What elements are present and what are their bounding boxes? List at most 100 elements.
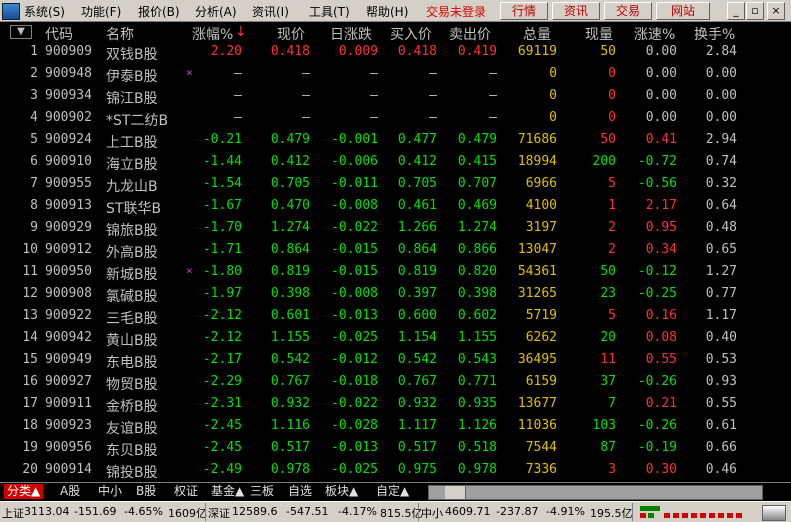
day-change: — [370,88,378,103]
table-row[interactable]: 12 900908 氯碱B股 -1.97 0.398 -0.008 0.397 0.398 31… [0,284,791,306]
table-row[interactable]: 11 900950 新城B股 × -1.80 0.819 -0.015 0.819 0.820 5… [0,262,791,284]
total-volume: 69119 [517,44,557,59]
table-row[interactable]: 6 900910 海立B股 -1.44 0.412 -0.006 0.412 0.415 189… [0,152,791,174]
sz-index-pct: -4.17% [338,505,377,518]
stock-name: 锦江B股 [106,91,158,107]
table-row[interactable]: 4 900902 *ST二纺B — — — — — 0 0 0.00 0.00 [0,108,791,130]
table-row[interactable]: 20 900914 锦投B股 -2.49 0.978 -0.025 0.975 0.978 73… [0,460,791,482]
minimize-icon[interactable]: _ [727,2,745,20]
current-price: 1.274 [270,220,310,235]
tab-watchlist[interactable]: 自选 [288,484,312,499]
table-row[interactable]: 5 900924 上工B股 -0.21 0.479 -0.001 0.477 0.479 716… [0,130,791,152]
tab-warrant[interactable]: 权证 [174,484,198,499]
total-volume: 13677 [517,396,557,411]
website-button[interactable]: 网站 [656,2,710,20]
table-row[interactable]: 9 900929 锦旅B股 -1.70 1.274 -0.022 1.266 1.274 319… [0,218,791,240]
change-speed: 0.41 [645,132,677,147]
stock-code: 900911 [45,396,92,411]
current-volume: 1 [608,198,616,213]
table-row[interactable]: 19 900956 东贝B股 -2.45 0.517 -0.013 0.517 0.518 75… [0,438,791,460]
table-row[interactable]: 1 900909 双钱B股 2.20 0.418 0.009 0.418 0.419 69119… [0,42,791,64]
change-speed: 0.55 [645,352,677,367]
login-status[interactable]: 交易未登录 [426,3,486,20]
tab-sme[interactable]: 中小 [98,484,122,499]
current-price: 0.978 [270,462,310,477]
tab-custom[interactable]: 自定▲ [376,484,409,499]
turnover-rate: 0.40 [705,330,737,345]
table-row[interactable]: 13 900922 三毛B股 -2.12 0.601 -0.013 0.600 0.602 57… [0,306,791,328]
table-row[interactable]: 14 900942 黄山B股 -2.12 1.155 -0.025 1.154 1.155 62… [0,328,791,350]
info-button[interactable]: 资讯 [552,2,600,20]
stock-code: 900922 [45,308,92,323]
table-row[interactable]: 2 900948 伊泰B股 × — — — — —0 0 0.00 0.00 [0,64,791,86]
menu-analysis[interactable]: 分析(A) [195,3,237,20]
sort-dropdown-icon[interactable]: ▼ [10,25,32,39]
current-price: — [302,66,310,81]
tab-category[interactable]: 分类▲ [4,484,44,499]
change-speed: -0.72 [637,154,677,169]
header-name[interactable]: 名称 [106,24,134,44]
sz-index-value[interactable]: 12589.6 [232,505,278,518]
change-pct: -1.54 [202,176,242,191]
change-speed: 0.08 [645,330,677,345]
market-breadth-icon [640,506,750,518]
sh-index-amount: 1609亿 [168,507,207,520]
header-current-volume[interactable]: 现量 [585,24,613,44]
header-volume[interactable]: 总量 [523,24,551,44]
menu-help[interactable]: 帮助(H) [366,3,408,20]
turnover-rate: 0.74 [705,154,737,169]
turnover-rate: 1.17 [705,308,737,323]
table-row[interactable]: 10 900912 外高B股 -1.71 0.864 -0.015 0.864 0.866 13… [0,240,791,262]
header-pct[interactable]: 涨幅% [192,24,233,44]
turnover-rate: 0.46 [705,462,737,477]
current-volume: 5 [608,176,616,191]
header-speed[interactable]: 涨速% [634,24,675,44]
menu-quote[interactable]: 报价(B) [138,3,180,20]
total-volume: 3197 [525,220,557,235]
change-pct: -2.49 [202,462,242,477]
bid-price: 1.266 [397,220,437,235]
turnover-rate: 0.48 [705,220,737,235]
menu-bar: 系统(S) 功能(F) 报价(B) 分析(A) 资讯(I) 工具(T) 帮助(H… [0,0,791,22]
stock-code: 900909 [45,44,92,59]
day-change: — [370,66,378,81]
table-row[interactable]: 7 900955 九龙山B -1.54 0.705 -0.011 0.705 0.707 696… [0,174,791,196]
table-row[interactable]: 8 900913 ST联华B -1.67 0.470 -0.008 0.461 0.469 41… [0,196,791,218]
menu-info[interactable]: 资讯(I) [252,3,289,20]
close-icon[interactable]: × [767,2,785,20]
header-ask[interactable]: 卖出价 [449,24,491,44]
header-price[interactable]: 现价 [277,24,305,44]
total-volume: 7544 [525,440,557,455]
header-bid[interactable]: 买入价 [390,24,432,44]
stock-name: 上工B股 [106,135,158,151]
row-index: 6 [30,154,38,169]
table-row[interactable]: 3 900934 锦江B股 — — — — — 0 0 0.00 0.00 [0,86,791,108]
scrollbar-thumb[interactable] [445,486,466,499]
header-day-change[interactable]: 日涨跌 [330,24,372,44]
sh-index-value[interactable]: 3113.04 [24,505,70,518]
row-index: 19 [22,440,38,455]
table-row[interactable]: 15 900949 东电B股 -2.17 0.542 -0.012 0.542 0.543 36… [0,350,791,372]
table-row[interactable]: 17 900911 金桥B股 -2.31 0.932 -0.022 0.932 0.935 13… [0,394,791,416]
menu-function[interactable]: 功能(F) [81,3,121,20]
trade-button[interactable]: 交易 [604,2,652,20]
menu-system[interactable]: 系统(S) [24,3,65,20]
table-row[interactable]: 16 900927 物贸B股 -2.29 0.767 -0.018 0.767 0.771 61… [0,372,791,394]
tab-b-share[interactable]: B股 [136,484,156,499]
ask-price: 0.771 [457,374,497,389]
tab-fund[interactable]: 基金▲ [211,484,244,499]
tab-third-board[interactable]: 三板 [250,484,274,499]
tab-sector[interactable]: 板块▲ [325,484,358,499]
menu-tools[interactable]: 工具(T) [309,3,350,20]
table-row[interactable]: 18 900923 友谊B股 -2.45 1.116 -0.028 1.117 1.126 11… [0,416,791,438]
tab-a-share[interactable]: A股 [60,484,80,499]
turnover-rate: 0.32 [705,176,737,191]
ask-price: 1.274 [457,220,497,235]
sz-index-amount: 815.5亿 [380,507,423,520]
restore-icon[interactable]: ▫ [746,2,764,20]
horizontal-scrollbar[interactable] [428,485,763,500]
sme-index-value[interactable]: 4609.71 [445,505,491,518]
header-code[interactable]: 代码 [45,24,73,44]
market-button[interactable]: 行情 [500,2,548,20]
header-turnover[interactable]: 换手% [694,24,735,44]
